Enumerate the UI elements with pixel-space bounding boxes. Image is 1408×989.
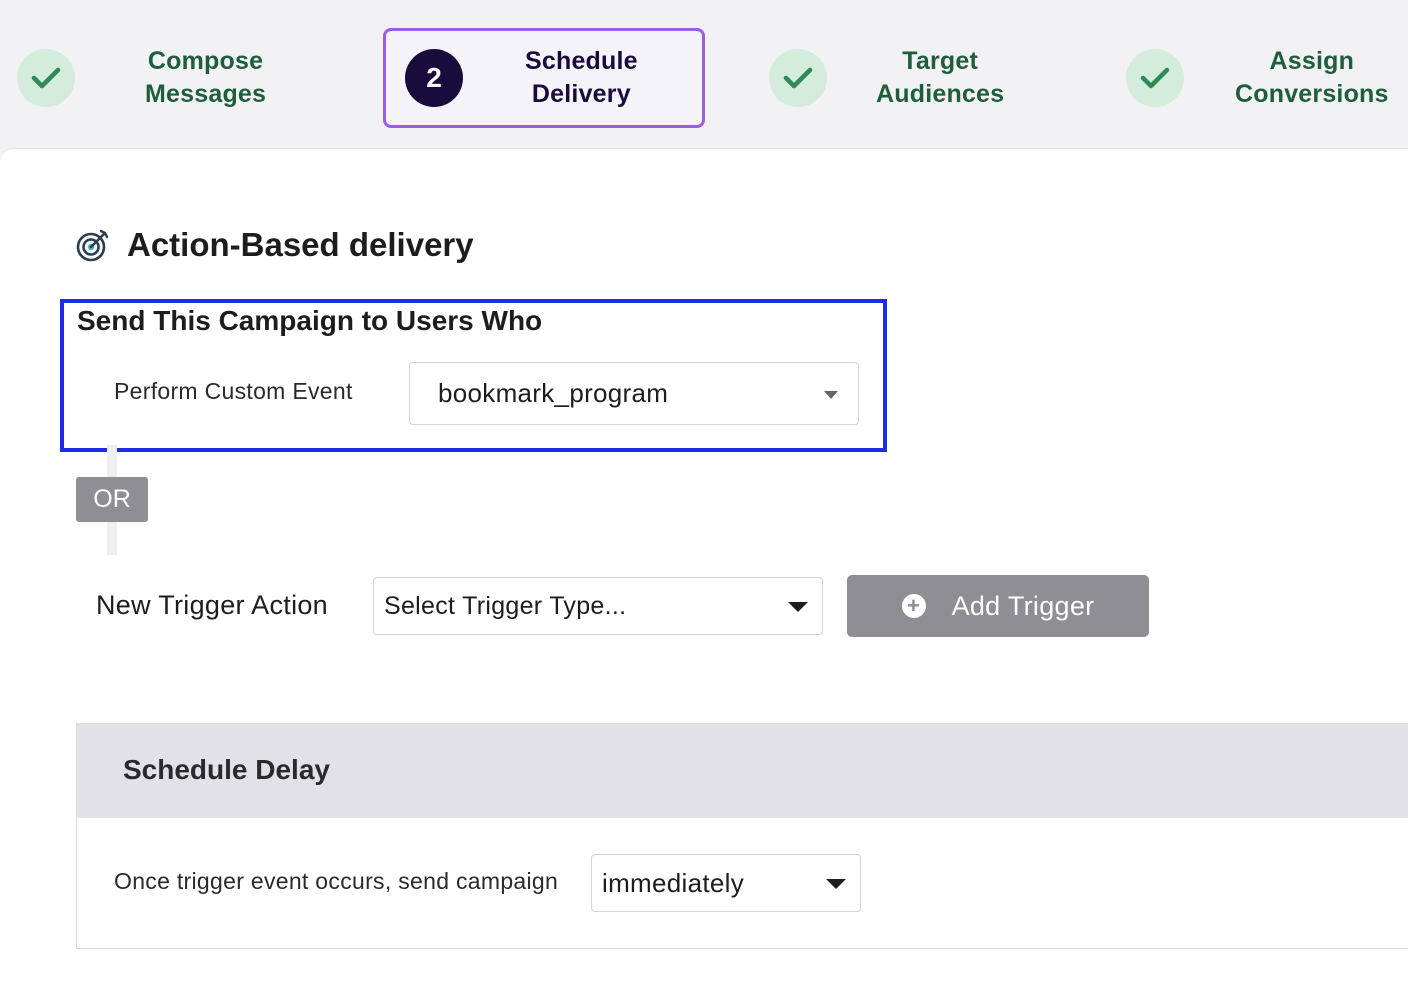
trigger-heading: Send This Campaign to Users Who [77, 305, 543, 336]
check-icon [1126, 49, 1184, 107]
target-icon [76, 228, 110, 262]
step-target-audiences[interactable]: Target Audiences [769, 28, 1004, 128]
chevron-down-icon [826, 879, 846, 889]
step-label: Assign Conversions [1235, 47, 1389, 108]
send-timing-select[interactable]: immediately [591, 854, 861, 912]
trigger-type-value: Select Trigger Type... [384, 591, 627, 620]
plus-circle-icon: + [901, 594, 926, 618]
add-trigger-button[interactable]: + Add Trigger [847, 575, 1149, 637]
schedule-delay-header: Schedule Delay [77, 724, 1408, 818]
send-timing-label: Once trigger event occurs, send campaign [114, 868, 559, 894]
step-label: Schedule Delivery [525, 47, 638, 108]
add-trigger-label: Add Trigger [951, 590, 1095, 621]
step-label: Compose Messages [145, 47, 267, 108]
custom-event-select[interactable]: bookmark_program [409, 362, 859, 425]
step-compose-messages[interactable]: Compose Messages [17, 28, 266, 128]
schedule-delay-title: Schedule Delay [123, 754, 330, 785]
chevron-down-icon [824, 391, 838, 399]
schedule-delay-panel: Schedule Delay [76, 723, 1408, 949]
or-badge: OR [76, 477, 148, 522]
step-assign-conversions[interactable]: Assign Conversions [1126, 28, 1389, 128]
section-title: Action-Based delivery [76, 226, 474, 264]
progress-stepper: Compose Messages 2 Schedule Delivery Tar… [0, 0, 1408, 150]
check-icon [769, 49, 827, 107]
trigger-type-select[interactable]: Select Trigger Type... [373, 577, 823, 635]
custom-event-value: bookmark_program [438, 378, 669, 408]
new-trigger-label: New Trigger Action [96, 590, 328, 620]
section-title-text: Action-Based delivery [127, 226, 474, 263]
step-number-badge: 2 [405, 49, 463, 107]
chevron-down-icon [788, 602, 808, 612]
check-icon [17, 49, 75, 107]
send-timing-value: immediately [602, 867, 745, 898]
custom-event-label: Perform Custom Event [114, 378, 353, 404]
step-schedule-delivery[interactable]: 2 Schedule Delivery [383, 28, 705, 128]
step-label: Target Audiences [876, 47, 1005, 108]
